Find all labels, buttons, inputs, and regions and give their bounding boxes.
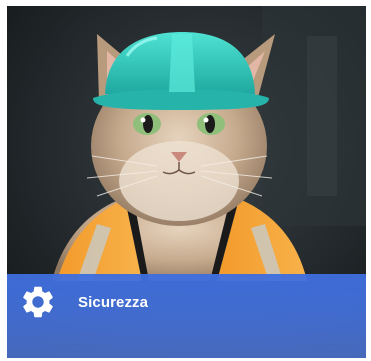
tile-label: Sicurezza [78,293,149,311]
gear-icon [18,282,58,322]
security-tile[interactable]: Sicurezza [7,6,366,358]
caption-row[interactable]: Sicurezza [7,274,366,330]
caption-bar[interactable]: Sicurezza [7,274,366,358]
